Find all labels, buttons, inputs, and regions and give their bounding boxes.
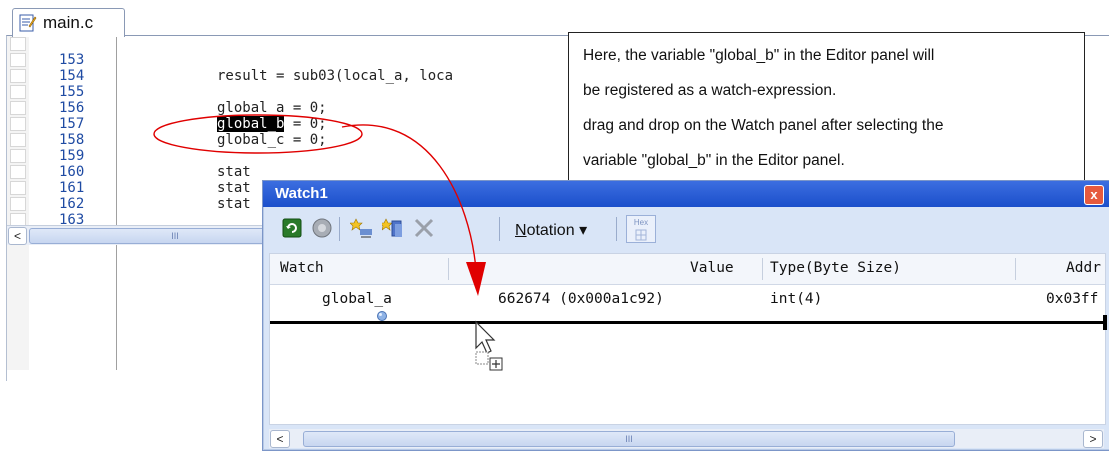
source-file-icon — [19, 14, 37, 32]
column-separator[interactable] — [1015, 258, 1016, 280]
code-line: 158 — [7, 116, 84, 148]
watch-address: 0x03ff — [1046, 291, 1099, 307]
tab-main-c[interactable]: main.c — [12, 8, 125, 37]
callout-line: drag and drop on the Watch panel after s… — [583, 117, 944, 134]
watch-grid[interactable]: Watch Value Type(Byte Size) Addr global_… — [269, 253, 1107, 425]
code-line: 163 for — [7, 196, 242, 244]
watch-toolbar: Notation ▾ Hex — [271, 214, 1101, 244]
delete-icon[interactable] — [411, 216, 437, 240]
drop-insertion-line — [270, 315, 1107, 330]
hex-grid-icon — [635, 229, 647, 241]
tab-label: main.c — [43, 13, 94, 32]
scroll-thumb[interactable]: III — [303, 431, 955, 447]
code-line: 153 result = sub03(local_a, loca — [7, 36, 453, 84]
watch-grid-header: Watch Value Type(Byte Size) Addr — [270, 254, 1105, 285]
code-line: 157 global_c = 0; — [7, 100, 327, 148]
notation-label: otation — [526, 222, 575, 239]
close-icon[interactable]: x — [1084, 185, 1104, 205]
watch-horizontal-scrollbar[interactable]: < III > — [269, 429, 1104, 448]
code-text: stat — [217, 164, 251, 180]
watch-type: int(4) — [770, 291, 823, 307]
watch-name: global_a — [322, 291, 392, 307]
callout-line: variable "global_b" in the Editor panel. — [583, 152, 845, 169]
toolbar-separator — [616, 217, 617, 241]
add-category-icon[interactable] — [381, 216, 407, 240]
hex-label: Hex — [633, 218, 649, 227]
watch-panel: Watch1 x Notation ▾ Hex Watch Value Type… — [262, 180, 1109, 451]
watch-value: 662674 (0x000a1c92) — [498, 291, 664, 307]
chevron-down-icon: ▾ — [579, 222, 588, 239]
column-header-type[interactable]: Type(Byte Size) — [770, 260, 901, 276]
refresh-icon[interactable] — [279, 216, 305, 240]
code-text: result = sub03(local_a, loca — [217, 68, 454, 84]
code-line: 161 stat — [7, 164, 251, 212]
code-line: 160 stat — [7, 148, 251, 196]
code-text: global_c = 0; — [217, 132, 327, 148]
watch-title-bar[interactable]: Watch1 x — [263, 181, 1109, 207]
code-text: global_a = 0; — [217, 100, 327, 116]
auto-update-icon[interactable] — [309, 216, 335, 240]
code-line: 155 global_a = 0; — [7, 68, 327, 116]
code-text: stat — [217, 196, 251, 212]
code-text: stat — [217, 180, 251, 196]
column-separator[interactable] — [762, 258, 763, 280]
code-text-rest: = 0; — [284, 116, 327, 132]
column-separator[interactable] — [448, 258, 449, 280]
code-line: 156 global_b = 0; — [7, 84, 327, 132]
notation-accesskey: N — [515, 222, 527, 239]
toolbar-separator — [339, 217, 340, 241]
notation-dropdown[interactable]: Notation ▾ — [515, 220, 587, 240]
column-header-value[interactable]: Value — [690, 260, 734, 276]
code-text: global_b = 0; — [217, 116, 327, 132]
watch-title: Watch1 — [275, 185, 328, 202]
hex-display-button[interactable]: Hex — [626, 215, 656, 243]
callout-line: Here, the variable "global_b" in the Edi… — [583, 47, 935, 64]
scroll-right-arrow[interactable]: > — [1083, 430, 1103, 448]
code-line: 162 — [7, 180, 84, 212]
add-watch-icon[interactable] — [349, 216, 375, 240]
line-number-divider — [116, 36, 117, 370]
code-line: 159 stat — [7, 132, 251, 180]
column-header-watch[interactable]: Watch — [280, 260, 324, 276]
scroll-left-arrow[interactable]: < — [270, 430, 290, 448]
toolbar-separator — [499, 217, 500, 241]
code-line: 154 — [7, 52, 84, 84]
column-header-address[interactable]: Addr — [1066, 260, 1101, 276]
watch-row[interactable]: global_a 662674 (0x000a1c92) int(4) 0x03… — [270, 288, 1105, 321]
selected-variable[interactable]: global_b — [217, 116, 285, 132]
scroll-left-arrow[interactable]: < — [8, 227, 27, 245]
callout-line: be registered as a watch-expression. — [583, 82, 837, 99]
